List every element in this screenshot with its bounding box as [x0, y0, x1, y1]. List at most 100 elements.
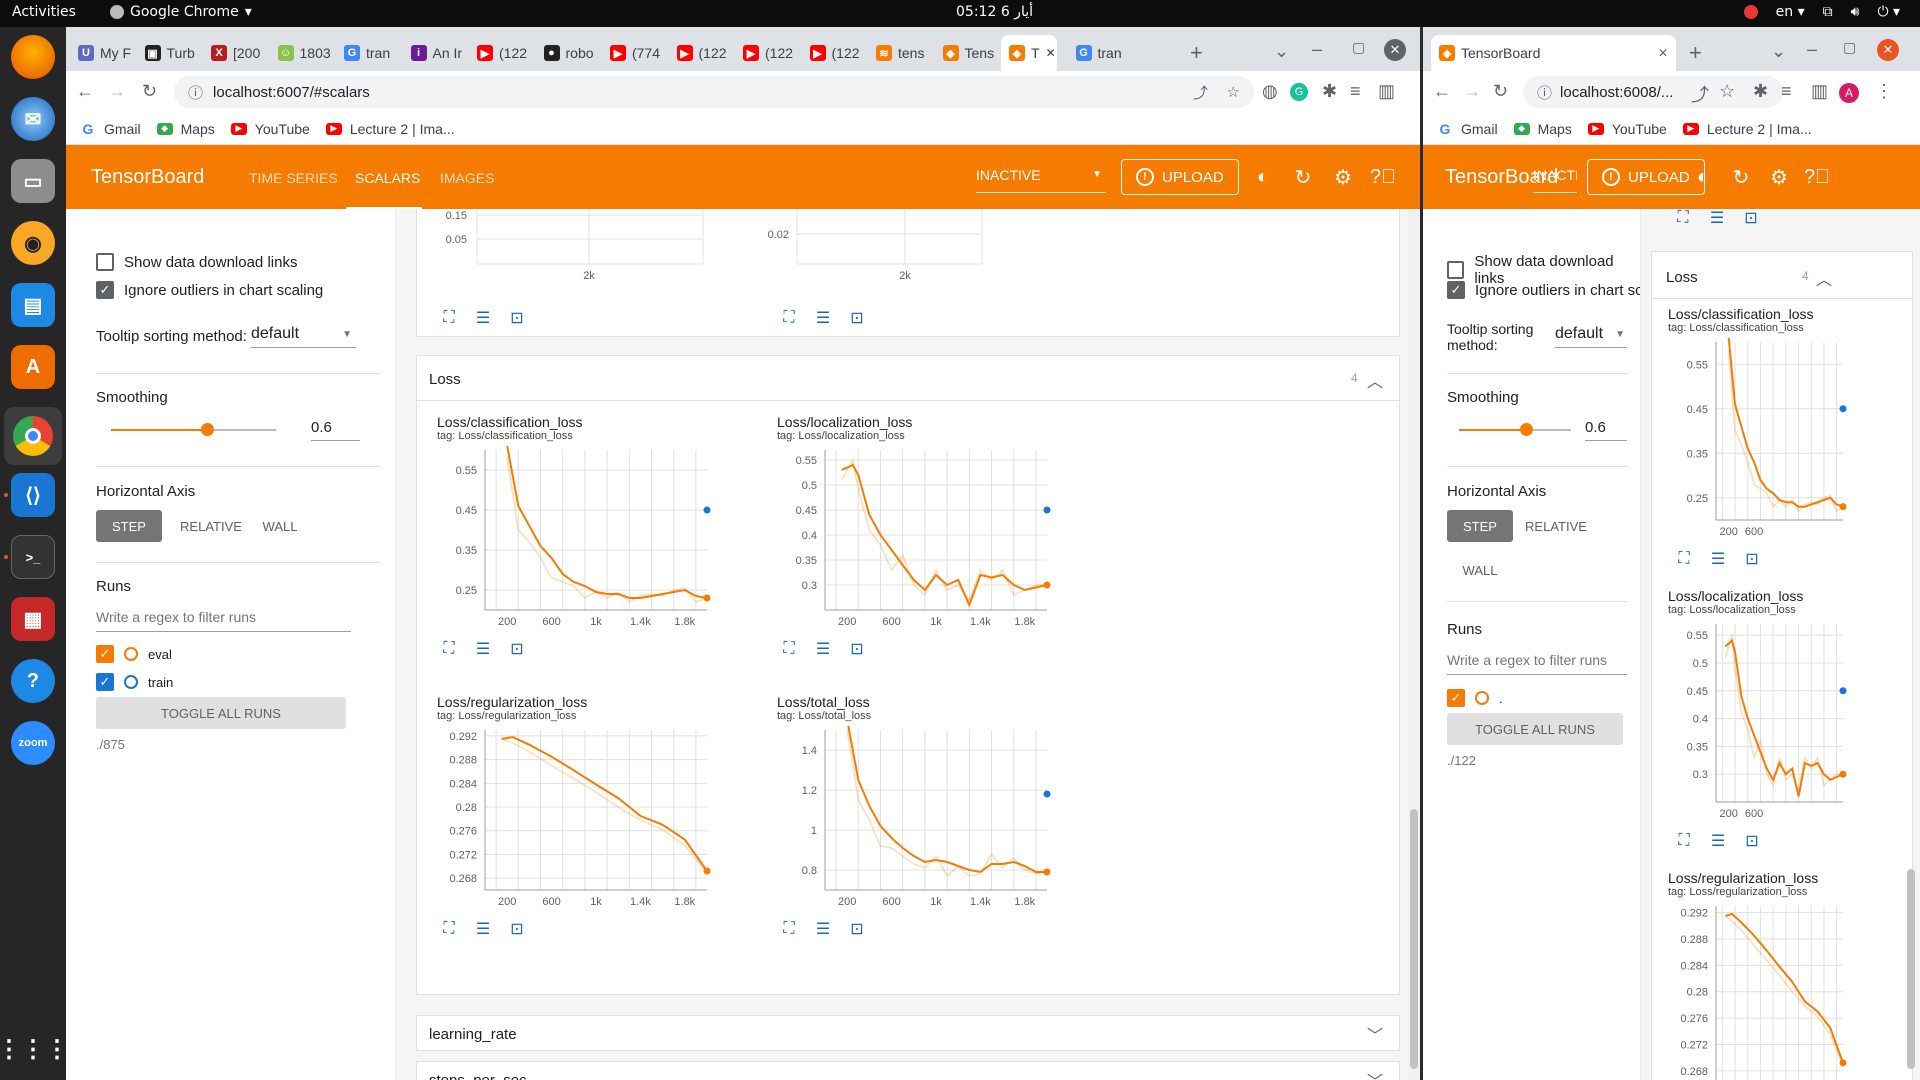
- loss-group-header[interactable]: Loss: [429, 371, 461, 388]
- fit-domain-icon[interactable]: ⊡: [847, 640, 867, 658]
- data-table-icon[interactable]: ☰: [1708, 832, 1728, 850]
- toggle-all-runs-button[interactable]: TOGGLE ALL RUNS: [1447, 713, 1623, 745]
- avatar[interactable]: A: [1839, 83, 1859, 103]
- line-chart[interactable]: 0.268 0.272 0.276 0.28 0.284 0.288 0.292 200 600…: [437, 730, 711, 912]
- maximize-icon[interactable]: ▢: [1843, 39, 1856, 56]
- share-icon[interactable]: ⤴: [1193, 82, 1208, 103]
- refresh-icon[interactable]: ↻: [1729, 165, 1753, 189]
- plugin-select[interactable]: INACTIVE ▼: [976, 161, 1106, 193]
- run-color-swatch[interactable]: [1475, 691, 1489, 705]
- address-bar[interactable]: ⓘ localhost:6008/...: [1523, 76, 1783, 108]
- reload-icon[interactable]: ↻: [142, 81, 157, 102]
- browser-tab[interactable]: Gtran: [336, 35, 403, 71]
- data-table-icon[interactable]: ☰: [813, 309, 833, 327]
- fullscreen-icon[interactable]: ⛶: [779, 920, 799, 938]
- back-icon[interactable]: ←: [76, 81, 94, 102]
- run-color-swatch[interactable]: [124, 675, 138, 689]
- chevron-down-icon[interactable]: ﹀: [1367, 1022, 1383, 1046]
- zoom-icon[interactable]: zoom: [11, 721, 55, 765]
- tab-scalars[interactable]: SCALARS: [355, 170, 420, 186]
- line-chart[interactable]: 0.3 0.35 0.4 0.45 0.5 0.55 200 600 1k 1.4k 1.8k: [777, 450, 1051, 632]
- tab-tensorboard[interactable]: ◈ TensorBoard ✕: [1431, 35, 1676, 71]
- tab-images[interactable]: IMAGES: [440, 170, 494, 186]
- reload-icon[interactable]: ↻: [1493, 81, 1508, 102]
- checkbox-checked[interactable]: ✓: [1447, 281, 1465, 299]
- line-chart[interactable]: 0.2680.2720.2760.280.2840.2880.292200600: [1668, 906, 1847, 1080]
- smoothing-value-input[interactable]: 0.6: [311, 419, 360, 441]
- bookmark-item[interactable]: ▶ YouTube: [230, 121, 310, 137]
- tooltip-sorting-select[interactable]: default ▼: [1555, 325, 1627, 348]
- browser-tab[interactable]: i An Ir: [403, 35, 470, 71]
- browser-tab[interactable]: ▶ (122: [735, 35, 802, 71]
- bookmark-star-icon[interactable]: ☆: [1719, 81, 1735, 102]
- axis-step-button[interactable]: STEP: [96, 510, 162, 542]
- help-icon[interactable]: ?⃝: [1804, 165, 1830, 189]
- ignore-outliers-checkbox[interactable]: ✓ Ignore outliers in chart scaling: [96, 281, 323, 299]
- side-panel-icon[interactable]: ▥: [1378, 81, 1395, 102]
- bookmark-item[interactable]: ▶ YouTube: [1587, 121, 1667, 137]
- close-tab-icon[interactable]: ✕: [1046, 46, 1056, 60]
- fullscreen-icon[interactable]: ⛶: [779, 309, 799, 327]
- upload-button[interactable]: ! UPLOAD: [1121, 159, 1239, 195]
- tensorboard-logo[interactable]: TensorBoard: [91, 166, 204, 189]
- thunderbird-icon[interactable]: ✉: [11, 97, 55, 141]
- checkbox[interactable]: [1447, 261, 1465, 279]
- line-chart[interactable]: 0.25 0.35 0.45 0.55 200 600: [1668, 338, 1847, 542]
- activities-button[interactable]: Activities: [12, 4, 76, 20]
- scrollbar-thumb[interactable]: [1410, 809, 1418, 1069]
- files-icon[interactable]: ▭: [11, 159, 55, 203]
- reading-list-icon[interactable]: ≡: [1781, 81, 1792, 102]
- line-chart[interactable]: 0.8 1 1.2 1.4 200 600 1k 1.4k 1.8k: [777, 726, 1051, 912]
- help-icon[interactable]: ?: [11, 659, 55, 703]
- browser-tab[interactable]: ▶ (122: [802, 35, 869, 71]
- checkbox-checked[interactable]: ✓: [96, 673, 114, 691]
- fullscreen-icon[interactable]: ⛶: [439, 309, 459, 327]
- toggle-all-runs-button[interactable]: TOGGLE ALL RUNS: [96, 697, 346, 729]
- fullscreen-icon[interactable]: ⛶: [779, 640, 799, 658]
- axis-step-button[interactable]: STEP: [1447, 510, 1513, 542]
- browser-tab[interactable]: ▶ (774: [602, 35, 669, 71]
- data-table-icon[interactable]: ☰: [473, 309, 493, 327]
- runs-filter-input[interactable]: Write a regex to filter runs: [1447, 652, 1627, 675]
- ignore-outliers-checkbox[interactable]: ✓ Ignore outliers in chart scalin: [1447, 281, 1640, 299]
- back-icon[interactable]: ←: [1433, 81, 1451, 102]
- tab-time-series[interactable]: TIME SERIES: [249, 170, 338, 186]
- help-icon[interactable]: ?⃝: [1370, 165, 1396, 189]
- smoothing-slider-thumb[interactable]: [1520, 423, 1534, 436]
- axis-relative-button[interactable]: RELATIVE: [174, 510, 248, 542]
- browser-tab[interactable]: ▣ Turb: [137, 35, 204, 71]
- chevron-down-icon[interactable]: ﹀: [1367, 1068, 1383, 1080]
- checkbox-checked[interactable]: ✓: [1447, 689, 1465, 707]
- extensions-icon[interactable]: ✱: [1322, 81, 1337, 102]
- tooltip-sorting-select[interactable]: default ▼: [251, 325, 356, 348]
- data-table-icon[interactable]: ☰: [813, 640, 833, 658]
- app-menu[interactable]: Google Chrome ▾: [110, 4, 252, 20]
- run-toggle[interactable]: ✓ .: [1447, 689, 1503, 707]
- fullscreen-icon[interactable]: ⛶: [439, 920, 459, 938]
- rhythmbox-icon[interactable]: ◉: [11, 221, 55, 265]
- fullscreen-icon[interactable]: ⛶: [439, 640, 459, 658]
- chevron-up-icon[interactable]: ︿: [1816, 266, 1832, 290]
- browser-tab[interactable]: ◈ Tens: [935, 35, 1002, 71]
- bookmark-item[interactable]: ▶ Lecture 2 | Ima...: [325, 121, 455, 137]
- smoothing-value-input[interactable]: 0.6: [1585, 419, 1627, 441]
- fullscreen-icon[interactable]: ⛶: [1674, 550, 1694, 568]
- run-train-toggle[interactable]: ✓ train: [96, 673, 173, 691]
- browser-tab[interactable]: X [200: [203, 35, 270, 71]
- info-icon[interactable]: ⓘ: [1537, 82, 1552, 103]
- checkbox[interactable]: [96, 253, 114, 271]
- upload-button[interactable]: ! UPLOAD: [1587, 159, 1705, 195]
- chevron-up-icon[interactable]: ︿: [1367, 368, 1383, 392]
- learning-rate-group[interactable]: learning_rate ﹀: [416, 1015, 1400, 1051]
- fit-domain-icon[interactable]: ⊡: [1742, 832, 1762, 850]
- theme-toggle-icon[interactable]: ◐: [1251, 165, 1275, 189]
- firefox-icon[interactable]: [11, 35, 55, 79]
- close-tab-icon[interactable]: ✕: [1658, 46, 1668, 60]
- fit-domain-icon[interactable]: ⊡: [847, 920, 867, 938]
- address-bar[interactable]: ⓘ localhost:6007/#scalars ⤴ ☆: [174, 76, 1254, 108]
- bookmark-item[interactable]: G Gmail: [1437, 121, 1498, 137]
- grammarly-icon[interactable]: G: [1290, 83, 1308, 101]
- theme-toggle-icon[interactable]: ◐: [1691, 165, 1715, 189]
- browser-tab[interactable]: ● robo: [536, 35, 603, 71]
- smoothing-slider-thumb[interactable]: [201, 423, 214, 436]
